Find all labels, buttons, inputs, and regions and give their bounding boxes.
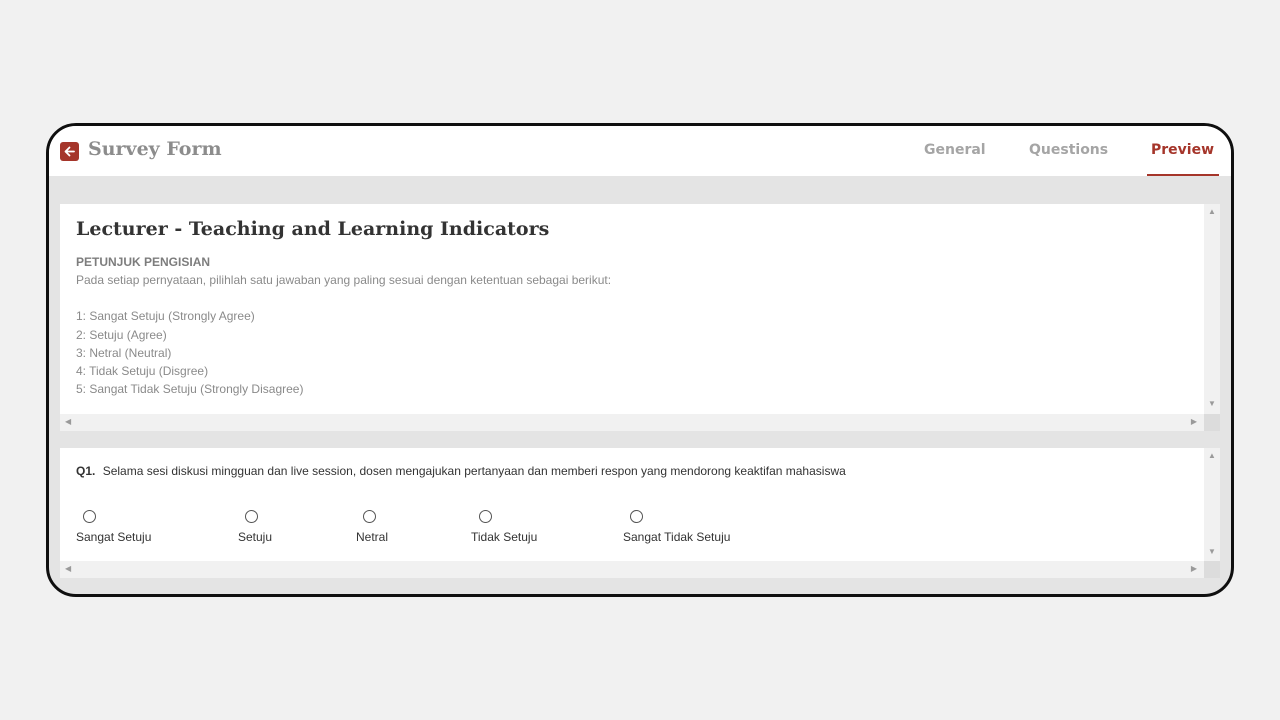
scale-item: 4: Tidak Setuju (Disgree) — [76, 364, 209, 378]
scroll-up-icon[interactable]: ▲ — [1208, 208, 1216, 216]
instructions-heading: PETUNJUK PENGISIAN — [76, 255, 211, 269]
option-label[interactable]: Setuju — [238, 530, 272, 544]
survey-info-card: Lecturer - Teaching and Learning Indicat… — [60, 204, 1220, 431]
radio-tidak-setuju[interactable] — [479, 510, 492, 523]
option-label[interactable]: Sangat Setuju — [76, 530, 151, 544]
question-number: Q1. — [76, 464, 96, 478]
question-card: Q1. Selama sesi diskusi mingguan dan liv… — [60, 448, 1220, 578]
app-window: Survey Form General Questions Preview Le… — [46, 123, 1234, 597]
vertical-scrollbar[interactable]: ▲ ▼ — [1204, 448, 1220, 561]
scale-item: 3: Netral (Neutral) — [76, 346, 172, 360]
radio-sangat-tidak-setuju[interactable] — [630, 510, 643, 523]
active-tab-indicator — [1147, 174, 1219, 176]
back-button[interactable] — [60, 142, 79, 161]
question-body: Selama sesi diskusi mingguan dan live se… — [102, 464, 846, 478]
radio-sangat-setuju[interactable] — [83, 510, 96, 523]
tab-questions[interactable]: Questions — [1029, 142, 1108, 158]
instructions-intro: Pada setiap pernyataan, pilihlah satu ja… — [76, 273, 612, 287]
vertical-scrollbar[interactable]: ▲ ▼ — [1204, 204, 1220, 414]
scrollbar-corner — [1204, 414, 1220, 431]
option-label[interactable]: Tidak Setuju — [471, 530, 537, 544]
scroll-left-icon[interactable]: ◀ — [65, 418, 71, 426]
scroll-up-icon[interactable]: ▲ — [1208, 452, 1216, 460]
option-label[interactable]: Sangat Tidak Setuju — [623, 530, 730, 544]
arrow-left-icon — [64, 146, 75, 157]
scroll-right-icon[interactable]: ▶ — [1191, 418, 1197, 426]
scrollbar-corner — [1204, 561, 1220, 578]
scroll-down-icon[interactable]: ▼ — [1208, 548, 1216, 556]
option-label[interactable]: Netral — [356, 530, 388, 544]
radio-setuju[interactable] — [245, 510, 258, 523]
question-text: Q1. Selama sesi diskusi mingguan dan liv… — [76, 464, 846, 478]
scale-item: 2: Setuju (Agree) — [76, 328, 167, 342]
scroll-right-icon[interactable]: ▶ — [1191, 565, 1197, 573]
header-bar: Survey Form General Questions Preview — [49, 126, 1231, 176]
scale-item: 5: Sangat Tidak Setuju (Strongly Disagre… — [76, 382, 304, 396]
tab-general[interactable]: General — [924, 142, 986, 158]
horizontal-scrollbar[interactable]: ◀ ▶ — [60, 561, 1204, 578]
scroll-down-icon[interactable]: ▼ — [1208, 400, 1216, 408]
tab-preview[interactable]: Preview — [1151, 142, 1214, 158]
horizontal-scrollbar[interactable]: ◀ ▶ — [60, 414, 1204, 431]
scale-item: 1: Sangat Setuju (Strongly Agree) — [76, 309, 255, 323]
scroll-left-icon[interactable]: ◀ — [65, 565, 71, 573]
survey-title: Lecturer - Teaching and Learning Indicat… — [76, 218, 550, 240]
app-title: Survey Form — [88, 138, 222, 160]
radio-netral[interactable] — [363, 510, 376, 523]
